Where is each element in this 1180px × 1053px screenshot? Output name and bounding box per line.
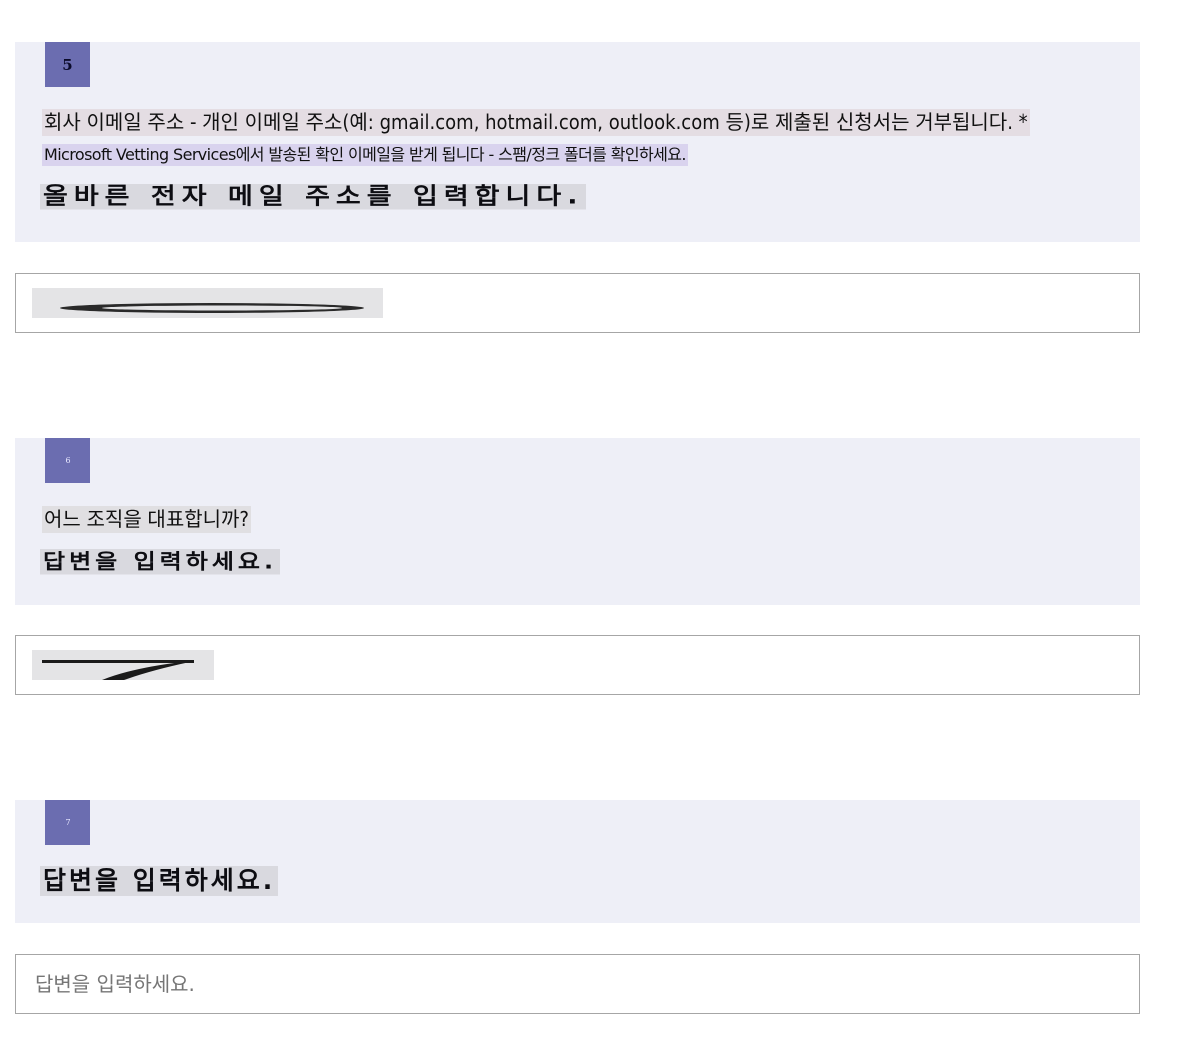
question-5-block: 5 회사 이메일 주소 - 개인 이메일 주소(예: gmail.com, ho… bbox=[15, 42, 1140, 242]
validation-hint: 답변을 입력하세요. bbox=[40, 549, 281, 575]
email-field[interactable] bbox=[15, 273, 1140, 333]
question-subtitle: Microsoft Vetting Services에서 발송된 확인 이메일을… bbox=[42, 144, 688, 166]
question-number-badge: 7 bbox=[45, 800, 90, 845]
question-7-block: 7 답변을 입력하세요. bbox=[15, 800, 1140, 923]
answer-field[interactable] bbox=[15, 954, 1140, 1014]
question-6-block: 6 어느 조직을 대표합니까? 답변을 입력하세요. bbox=[15, 438, 1140, 605]
validation-hint: 답변을 입력하세요. bbox=[40, 866, 279, 896]
question-title: 회사 이메일 주소 - 개인 이메일 주소(예: gmail.com, hotm… bbox=[42, 109, 1030, 136]
entered-value-blurred bbox=[32, 288, 383, 318]
answer-input[interactable] bbox=[16, 955, 1139, 1013]
question-number-badge: 6 bbox=[45, 438, 90, 483]
entered-value-blurred bbox=[32, 650, 214, 680]
question-title: 어느 조직을 대표합니까? bbox=[42, 506, 251, 533]
validation-hint: 올바른 전자 메일 주소를 입력합니다. bbox=[40, 184, 587, 210]
organization-field[interactable] bbox=[15, 635, 1140, 695]
question-number-badge: 5 bbox=[45, 42, 90, 87]
